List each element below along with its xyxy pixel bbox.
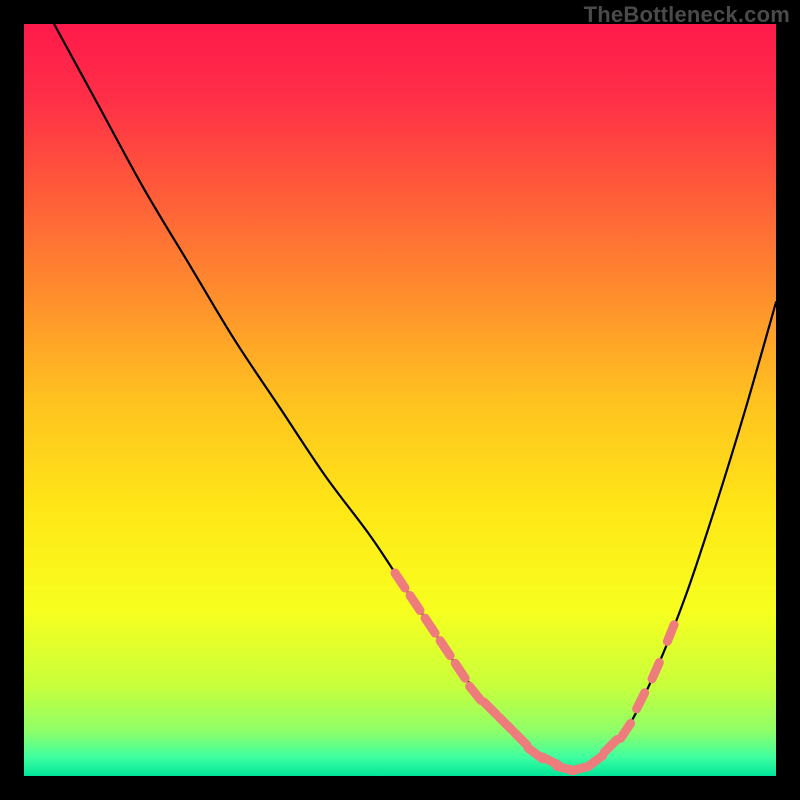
marker-dash [455, 663, 465, 678]
bottleneck-curve [54, 24, 776, 768]
marker-dash [395, 573, 405, 588]
watermark-text: TheBottleneck.com [584, 2, 790, 28]
chart-frame [24, 24, 776, 776]
marker-dash [514, 732, 527, 745]
marker-dash [621, 723, 631, 738]
marker-dash [484, 702, 497, 715]
curve-layer [24, 24, 776, 776]
plot-area [24, 24, 776, 776]
marker-dash [588, 756, 602, 767]
marker-dash [652, 663, 659, 679]
marker-dash [425, 618, 435, 633]
marker-dash [499, 717, 512, 730]
marker-dash [470, 686, 481, 700]
recommended-range-markers [395, 573, 674, 771]
marker-dash [440, 641, 450, 656]
marker-dash [410, 596, 420, 611]
marker-dash [667, 625, 674, 642]
marker-dash [637, 693, 645, 709]
marker-dash [604, 740, 617, 753]
